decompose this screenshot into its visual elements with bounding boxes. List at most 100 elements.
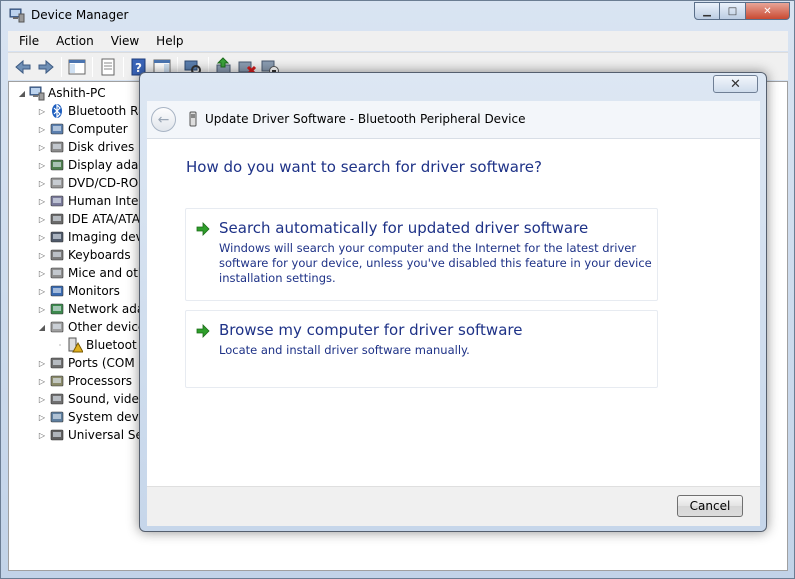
- tree-item-label: Computer: [68, 122, 128, 136]
- close-button[interactable]: ✕: [746, 2, 790, 20]
- computer-icon: [29, 86, 45, 101]
- tree-item[interactable]: ▷ DVD/CD-RO: [37, 174, 138, 192]
- expand-arrow-icon[interactable]: ▷: [37, 215, 47, 224]
- tree-item-label: Display adap: [68, 158, 146, 172]
- tree-item[interactable]: ▷ Bluetooth Ra: [37, 102, 146, 120]
- properties-icon[interactable]: [98, 57, 118, 77]
- tree-item-label: DVD/CD-RO: [68, 176, 139, 190]
- tree-item[interactable]: ▷ Human Inter: [37, 192, 143, 210]
- expand-arrow-icon[interactable]: ▷: [37, 107, 47, 116]
- option-description: Windows will search your computer and th…: [219, 241, 652, 285]
- tree-item[interactable]: ▷ Ports (COM: [37, 354, 135, 372]
- mouse-icon: [50, 267, 64, 279]
- expand-arrow-icon[interactable]: ▷: [37, 377, 47, 386]
- toolbar-separator: [61, 57, 62, 77]
- expand-arrow-icon[interactable]: ▷: [37, 413, 47, 422]
- tree-root-item[interactable]: ◢ Ashith-PC: [17, 84, 106, 102]
- ide-controller-icon: [50, 213, 64, 225]
- tree-item[interactable]: ▷ Display adap: [37, 156, 146, 174]
- option-title: Browse my computer for driver software: [219, 321, 523, 339]
- menu-help[interactable]: Help: [145, 31, 189, 51]
- expand-arrow-icon[interactable]: ▷: [37, 161, 47, 170]
- show-hide-console-tree-icon[interactable]: [67, 57, 87, 77]
- tree-item-label: Network ada: [68, 302, 145, 316]
- usb-icon: [50, 429, 64, 441]
- expand-arrow-icon[interactable]: ▷: [37, 305, 47, 314]
- browse-computer-option[interactable]: Browse my computer for driver software L…: [185, 310, 658, 388]
- tree-item-label: Processors: [68, 374, 133, 388]
- tree-item[interactable]: ▷ Mice and oth: [37, 264, 146, 282]
- collapse-arrow-icon[interactable]: ◢: [17, 89, 27, 98]
- title-bar[interactable]: Device Manager ▁ □ ✕: [1, 1, 794, 31]
- tree-item-label: Bluetoot: [86, 338, 137, 352]
- tree-item-label: Monitors: [68, 284, 120, 298]
- display-adapter-icon: [50, 159, 64, 171]
- forward-arrow-icon[interactable]: [36, 57, 56, 77]
- dialog-question: How do you want to search for driver sof…: [186, 158, 542, 176]
- back-arrow-icon[interactable]: [13, 57, 33, 77]
- tree-item[interactable]: ▷ Keyboards: [37, 246, 131, 264]
- tree-item[interactable]: · Bluetoot: [55, 336, 137, 354]
- green-arrow-icon: [196, 324, 210, 338]
- window-controls: ▁ □ ✕: [694, 2, 790, 20]
- processor-icon: [50, 375, 64, 387]
- tree-item[interactable]: ▷ Processors: [37, 372, 132, 390]
- tree-item-label: Imaging dev: [68, 230, 143, 244]
- tree-item[interactable]: ▷ Universal Se: [37, 426, 143, 444]
- search-automatically-option[interactable]: Search automatically for updated driver …: [185, 208, 658, 301]
- expand-arrow-icon[interactable]: ▷: [37, 395, 47, 404]
- tree-item[interactable]: ▷ Monitors: [37, 282, 120, 300]
- expand-arrow-icon[interactable]: ▷: [37, 143, 47, 152]
- toolbar-separator: [92, 57, 93, 77]
- dialog-header: ← Update Driver Software - Bluetooth Per…: [147, 101, 760, 139]
- unknown-device-icon: [50, 321, 64, 333]
- menu-view[interactable]: View: [100, 31, 145, 51]
- tree-item[interactable]: ▷ Network ada: [37, 300, 144, 318]
- dialog-footer: Cancel: [147, 486, 760, 526]
- disk-drive-icon: [50, 141, 64, 153]
- expand-arrow-icon[interactable]: ▷: [37, 359, 47, 368]
- speaker-icon: [50, 393, 64, 405]
- tree-item[interactable]: ▷ Sound, vide: [37, 390, 139, 408]
- back-button[interactable]: ←: [151, 107, 176, 132]
- option-title: Search automatically for updated driver …: [219, 219, 589, 237]
- expand-arrow-icon[interactable]: ▷: [37, 269, 47, 278]
- dialog-title: Update Driver Software - Bluetooth Perip…: [205, 112, 526, 126]
- device-manager-icon: [9, 8, 25, 23]
- tree-root-label: Ashith-PC: [48, 86, 106, 100]
- tree-item-label: Bluetooth Ra: [68, 104, 146, 118]
- expand-arrow-icon[interactable]: ▷: [37, 179, 47, 188]
- monitor-icon: [50, 285, 64, 297]
- tree-item[interactable]: ◢ Other device: [37, 318, 145, 336]
- dialog-close-button[interactable]: ✕: [713, 75, 758, 93]
- tree-item[interactable]: ▷ Imaging dev: [37, 228, 143, 246]
- cancel-button[interactable]: Cancel: [677, 495, 743, 517]
- maximize-button[interactable]: □: [720, 2, 746, 20]
- port-icon: [50, 357, 64, 369]
- tree-item-label: Disk drives: [68, 140, 135, 154]
- tree-item-label: Sound, vide: [68, 392, 139, 406]
- toolbar-separator: [123, 57, 124, 77]
- tree-item-label: Other device: [68, 320, 146, 334]
- tree-item[interactable]: ▷ Computer: [37, 120, 128, 138]
- tree-item-label: Mice and oth: [68, 266, 146, 280]
- expand-arrow-icon[interactable]: ▷: [37, 287, 47, 296]
- tree-item[interactable]: ▷ IDE ATA/ATA: [37, 210, 140, 228]
- tree-item[interactable]: ▷ Disk drives: [37, 138, 134, 156]
- tree-item-label: Human Inter: [68, 194, 144, 208]
- expand-arrow-icon[interactable]: ▷: [37, 251, 47, 260]
- bluetooth-icon: [52, 103, 62, 119]
- collapse-arrow-icon[interactable]: ◢: [37, 323, 47, 332]
- tree-item-label: System devi: [68, 410, 142, 424]
- expand-arrow-icon[interactable]: ▷: [37, 233, 47, 242]
- expand-arrow-icon[interactable]: ▷: [37, 125, 47, 134]
- minimize-button[interactable]: ▁: [694, 2, 720, 20]
- tree-item[interactable]: ▷ System devi: [37, 408, 142, 426]
- hid-icon: [50, 195, 64, 207]
- tree-item-label: Keyboards: [68, 248, 131, 262]
- expand-arrow-icon[interactable]: ▷: [37, 431, 47, 440]
- expand-arrow-icon[interactable]: ▷: [37, 197, 47, 206]
- menu-action[interactable]: Action: [45, 31, 100, 51]
- warning-device-icon: [68, 337, 83, 353]
- menu-file[interactable]: File: [8, 31, 45, 51]
